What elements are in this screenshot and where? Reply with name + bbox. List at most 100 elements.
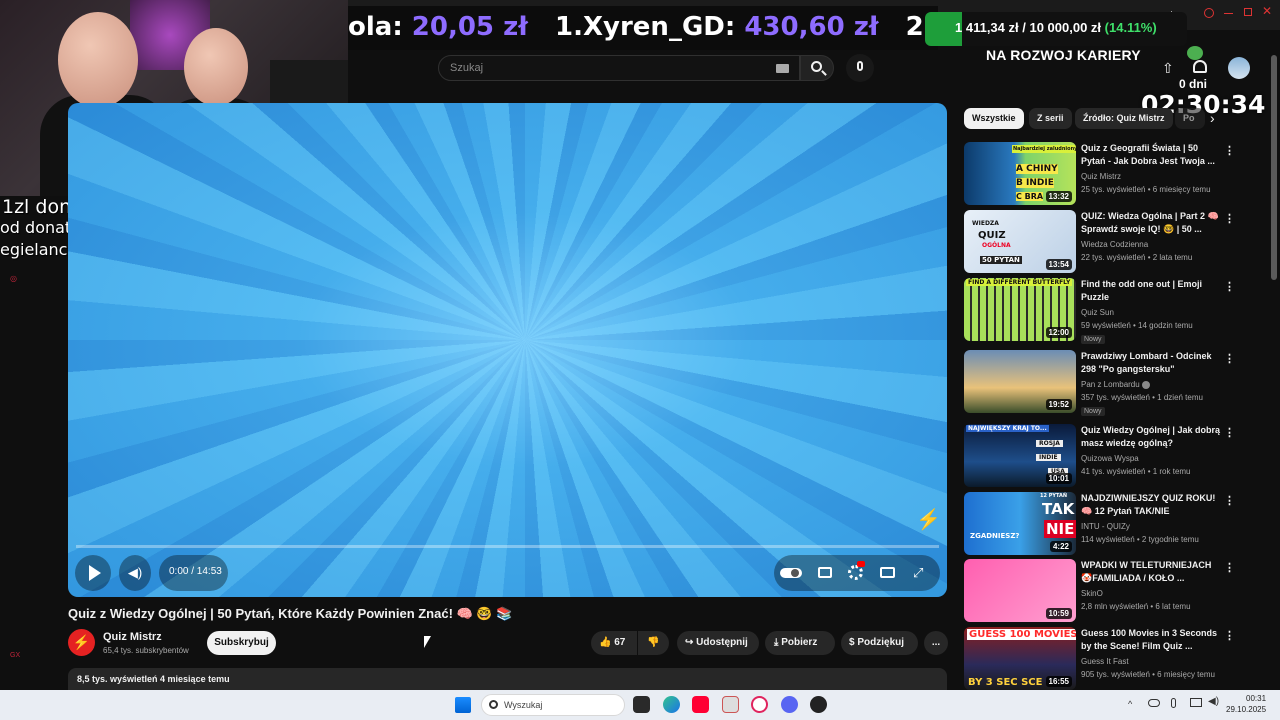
recommendation-item[interactable]: NAJWIĘKSZY KRAJ TO... ROSJA INDIE USA 10:01 Q…: [964, 424, 1264, 488]
voice-search-button[interactable]: [846, 54, 874, 82]
theater-mode-icon[interactable]: [880, 567, 895, 578]
recommendation-channel[interactable]: Pan z Lombardu: [1081, 380, 1150, 389]
like-button[interactable]: 👍 67: [591, 631, 637, 655]
recommendation-item[interactable]: Najbardziej zaludniony kraj to... A CHINY…: [964, 142, 1264, 206]
minimize-icon[interactable]: [1224, 13, 1233, 14]
filter-chip[interactable]: Źródło: Quiz Mistrz: [1075, 108, 1173, 129]
play-button[interactable]: [75, 555, 111, 591]
recommendation-item[interactable]: 10:59 WPADKI W TELETURNIEJACH 🤡FAMILIADA …: [964, 559, 1264, 623]
more-actions-button[interactable]: ...: [924, 631, 948, 655]
video-thumbnail[interactable]: 19:52: [964, 350, 1076, 413]
recommendation-title[interactable]: WPADKI W TELETURNIEJACH 🤡FAMILIADA / KOŁ…: [1081, 559, 1221, 585]
search-button[interactable]: [800, 55, 834, 81]
player-frame: [68, 103, 947, 597]
tray-mic-icon[interactable]: [1171, 698, 1176, 708]
recommendation-title[interactable]: QUIZ: Wiedza Ogólna | Part 2 🧠 Sprawdź s…: [1081, 210, 1221, 236]
video-thumbnail[interactable]: FIND A DIFFERENT BUTTERFLY 12:00: [964, 278, 1076, 341]
scrollbar[interactable]: [1271, 55, 1277, 280]
dislike-button[interactable]: 👎: [638, 631, 669, 655]
speaker-icon[interactable]: ◀): [1208, 696, 1219, 707]
display-icon[interactable]: [1190, 698, 1202, 707]
recommendation-item[interactable]: GUESS 100 MOVIES BY 3 SEC SCE 16:55 Guess 1…: [964, 627, 1264, 691]
filter-chip[interactable]: Z serii: [1029, 108, 1072, 129]
recommendation-title[interactable]: Prawdziwy Lombard - Odcinek 298 "Po gang…: [1081, 350, 1221, 376]
recommendation-item[interactable]: 19:52 Prawdziwy Lombard - Odcinek 298 "Po…: [964, 350, 1264, 416]
recommendation-channel[interactable]: Guess It Fast: [1081, 657, 1129, 666]
download-button[interactable]: ⤓ Pobierz: [765, 631, 835, 655]
video-thumbnail[interactable]: GUESS 100 MOVIES BY 3 SEC SCE 16:55: [964, 627, 1076, 690]
thanks-button[interactable]: $ Podziękuj: [841, 631, 918, 655]
settings-gear-icon[interactable]: [848, 565, 863, 580]
recommendation-item[interactable]: 12 PYTAŃ TAK NIE ZGADNIESZ? 4:22 NAJDZIWNIEJS…: [964, 492, 1264, 556]
clock-date: 29.10.2025: [1226, 705, 1267, 714]
maximize-icon[interactable]: [1244, 8, 1252, 16]
recommendation-item[interactable]: WIEDZA QUIZ OGÓLNA 50 PYTAŃ 13:54 QUIZ: Wiedz…: [964, 210, 1264, 274]
more-options-icon[interactable]: ⋮: [1224, 212, 1235, 225]
start-icon[interactable]: [455, 697, 471, 713]
share-button[interactable]: ↪ Udostępnij: [677, 631, 759, 655]
recommendation-channel[interactable]: INTU - QUIZy: [1081, 522, 1130, 531]
recommendation-channel[interactable]: Quiz Mistrz: [1081, 172, 1121, 181]
video-thumbnail[interactable]: Najbardziej zaludniony kraj to... A CHINY…: [964, 142, 1076, 205]
task-view-icon[interactable]: [633, 696, 650, 713]
close-icon[interactable]: ✕: [1262, 4, 1272, 18]
chips-next-icon[interactable]: ›: [1210, 110, 1215, 126]
channel-label: Wiedza Codzienna: [1081, 240, 1149, 249]
edge-icon[interactable]: [663, 696, 680, 713]
video-thumbnail[interactable]: NAJWIĘKSZY KRAJ TO... ROSJA INDIE USA 10:01: [964, 424, 1076, 487]
thumbnail-text: NIE: [1044, 520, 1076, 538]
more-options-icon[interactable]: ⋮: [1224, 494, 1235, 507]
video-thumbnail[interactable]: 10:59: [964, 559, 1076, 622]
cloud-icon[interactable]: [1148, 699, 1160, 707]
system-clock[interactable]: 00:31 29.10.2025: [1226, 693, 1266, 715]
discord-icon[interactable]: [781, 696, 798, 713]
recommendation-title[interactable]: Guess 100 Movies in 3 Seconds by the Sce…: [1081, 627, 1221, 653]
opera-gx-icon[interactable]: [751, 696, 768, 713]
recommendation-channel[interactable]: SkinO: [1081, 589, 1103, 598]
notifications-icon[interactable]: [1193, 60, 1207, 73]
channel-label: SkinO: [1081, 589, 1103, 598]
fullscreen-icon[interactable]: ⤢: [913, 565, 923, 581]
recommendation-title[interactable]: Find the odd one out | Emoji Puzzle: [1081, 278, 1221, 304]
subscribe-button[interactable]: Subskrybuj: [207, 631, 276, 655]
more-options-icon[interactable]: ⋮: [1224, 629, 1235, 642]
keyboard-icon[interactable]: [776, 64, 789, 73]
video-thumbnail[interactable]: WIEDZA QUIZ OGÓLNA 50 PYTAŃ 13:54: [964, 210, 1076, 273]
video-player[interactable]: ⚡ ◀) 0:00 / 14:53 ⤢: [68, 103, 947, 597]
account-avatar[interactable]: [1228, 57, 1250, 79]
tray-chevron-icon[interactable]: ^: [1128, 699, 1132, 709]
channel-avatar[interactable]: ⚡: [68, 629, 95, 656]
more-options-icon[interactable]: ⋮: [1224, 561, 1235, 574]
recommendation-title[interactable]: Quiz z Geografii Świata | 50 Pytań - Jak…: [1081, 142, 1221, 168]
channel-name[interactable]: Quiz Mistrz: [103, 631, 162, 643]
more-options-icon[interactable]: ⋮: [1224, 144, 1235, 157]
youtube-app-icon[interactable]: [692, 696, 709, 713]
recommendation-channel[interactable]: Quiz Sun: [1081, 308, 1114, 317]
goal-separator: /: [1018, 20, 1030, 35]
progress-bar[interactable]: [76, 545, 939, 548]
recommendation-channel[interactable]: Wiedza Codzienna: [1081, 240, 1148, 249]
share-icon: ↪: [685, 637, 694, 648]
ticker-lead-label: ola:: [348, 12, 412, 42]
volume-button[interactable]: ◀): [119, 555, 151, 591]
description-box[interactable]: 8,5 tys. wyświetleń 4 miesiące temu: [68, 668, 947, 690]
search-input[interactable]: Szukaj: [438, 55, 800, 81]
recommendation-title[interactable]: NAJDZIWNIEJSZY QUIZ ROKU! 🧠 12 Pytań TAK…: [1081, 492, 1221, 518]
filter-chip[interactable]: Po: [1175, 108, 1205, 129]
search-tabs-icon[interactable]: [1204, 8, 1214, 18]
recommendation-title[interactable]: Quiz Wiedzy Ogólnej | Jak dobrą masz wie…: [1081, 424, 1221, 450]
taskbar-search[interactable]: Wyszukaj: [481, 694, 625, 716]
upload-icon[interactable]: ⇧: [1162, 60, 1174, 77]
subtitles-icon[interactable]: [818, 567, 832, 578]
recommendation-item[interactable]: FIND A DIFFERENT BUTTERFLY 12:00 Find the …: [964, 278, 1264, 344]
download-icon: ⤓: [774, 637, 779, 648]
days-counter: 0 dni: [1179, 77, 1208, 91]
snipping-tool-icon[interactable]: [722, 696, 739, 713]
more-options-icon[interactable]: ⋮: [1224, 426, 1235, 439]
recommendation-channel[interactable]: Quizowa Wyspa: [1081, 454, 1139, 463]
more-options-icon[interactable]: ⋮: [1224, 280, 1235, 293]
video-thumbnail[interactable]: 12 PYTAŃ TAK NIE ZGADNIESZ? 4:22: [964, 492, 1076, 555]
more-options-icon[interactable]: ⋮: [1224, 352, 1235, 365]
filter-chip[interactable]: Wszystkie: [964, 108, 1024, 129]
obs-icon[interactable]: [810, 696, 827, 713]
